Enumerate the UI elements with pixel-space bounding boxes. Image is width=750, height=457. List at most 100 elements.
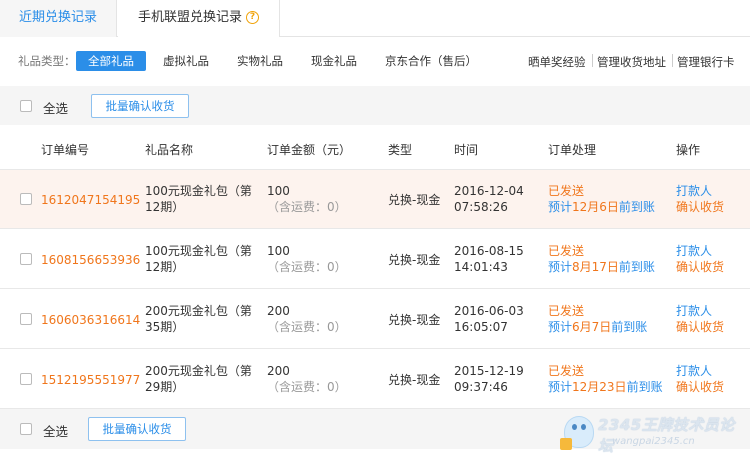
watermark-url: wangpai2345.cn xyxy=(612,436,695,447)
status-text: 已发送 xyxy=(548,364,585,378)
payer-link[interactable]: 打款人 xyxy=(676,364,712,378)
tab-mobile-alliance-label: 手机联盟兑换记录 xyxy=(137,10,242,25)
filter-jd-cooperation[interactable]: 京东合作（售后） xyxy=(385,51,477,71)
order-type: 兑换-现金 xyxy=(388,373,441,387)
order-id-link[interactable]: 1512195551977 xyxy=(41,372,140,388)
order-date: 2016-06-03 xyxy=(454,304,524,318)
filter-cash-gifts[interactable]: 现金礼品 xyxy=(311,51,357,71)
gift-name-line2: 29期） xyxy=(145,380,185,394)
eta-prefix: 预计 xyxy=(548,320,573,334)
col-type: 类型 xyxy=(388,143,413,157)
order-date: 2016-08-15 xyxy=(454,244,524,258)
confirm-receipt-link[interactable]: 确认收货 xyxy=(676,380,724,394)
eta-date: 6月7日 xyxy=(572,320,612,334)
eta-suffix: 前到账 xyxy=(626,380,663,394)
order-id-link[interactable]: 1608156653936 xyxy=(41,252,140,268)
gift-name: 100元现金礼包（第 12期） xyxy=(145,243,252,275)
status-text: 已发送 xyxy=(548,244,585,258)
gift-name-line1: 200元现金礼包（第 xyxy=(145,304,252,318)
shipping-fee: （含运费：0） xyxy=(267,200,347,214)
payer-link[interactable]: 打款人 xyxy=(676,244,712,258)
order-type: 兑换-现金 xyxy=(388,193,441,207)
select-all-checkbox[interactable] xyxy=(20,423,32,435)
row-checkbox[interactable] xyxy=(20,253,32,265)
confirm-receipt-link[interactable]: 确认收货 xyxy=(676,260,724,274)
row-actions: 打款人 确认收货 xyxy=(676,243,724,275)
eta-suffix: 前到账 xyxy=(611,320,648,334)
gift-type-filter: 礼品类型： 全部礼品 虚拟礼品 实物礼品 现金礼品 京东合作（售后） 晒单奖经验… xyxy=(0,48,750,72)
order-id-link[interactable]: 1606036316614 xyxy=(41,312,140,328)
row-checkbox[interactable] xyxy=(20,313,32,325)
order-status: 已发送预计12月23日前到账 xyxy=(548,363,663,395)
mascot-eye xyxy=(572,424,577,430)
payer-link[interactable]: 打款人 xyxy=(676,184,712,198)
eta-suffix: 前到账 xyxy=(618,200,655,214)
amount-value: 200 xyxy=(267,304,290,318)
order-type: 兑换-现金 xyxy=(388,253,441,267)
order-time: 2015-12-19 09:37:46 xyxy=(454,363,524,395)
order-clock: 09:37:46 xyxy=(454,380,508,394)
eta-date: 12月23日 xyxy=(572,380,627,394)
row-checkbox[interactable] xyxy=(20,373,32,385)
table-row: 1512195551977 200元现金礼包（第 29期） 200 （含运费：0） … xyxy=(0,350,750,409)
gift-name-line1: 100元现金礼包（第 xyxy=(145,184,252,198)
filter-virtual-gifts[interactable]: 虚拟礼品 xyxy=(163,51,209,71)
order-amount: 200 （含运费：0） xyxy=(267,363,347,395)
eta-prefix: 预计 xyxy=(548,260,573,274)
tab-mobile-alliance-exchange[interactable]: 手机联盟兑换记录? xyxy=(118,0,280,37)
col-action: 操作 xyxy=(676,143,701,157)
col-processing: 订单处理 xyxy=(548,143,597,157)
filter-all-gifts[interactable]: 全部礼品 xyxy=(76,51,146,71)
shipping-fee: （含运费：0） xyxy=(267,260,347,274)
eta-date: 8月17日 xyxy=(572,260,619,274)
eta-date: 12月6日 xyxy=(572,200,619,214)
batch-confirm-button[interactable]: 批量确认收货 xyxy=(91,94,189,118)
batch-confirm-button[interactable]: 批量确认收货 xyxy=(88,417,186,441)
share-experience-link[interactable]: 晒单奖经验 xyxy=(528,54,586,70)
gift-type-label: 礼品类型： xyxy=(18,54,76,68)
order-status: 已发送 预计6月7日前到账 xyxy=(548,303,647,335)
select-bar-top: 全选 批量确认收货 xyxy=(0,86,750,125)
order-time: 2016-12-04 07:58:26 xyxy=(454,183,524,215)
watermark-title: 2345王牌技术员论坛 xyxy=(598,416,735,455)
gift-name-line1: 100元现金礼包（第 xyxy=(145,244,252,258)
order-clock: 14:01:43 xyxy=(454,260,508,274)
col-order-id: 订单编号 xyxy=(41,143,90,157)
select-all-label: 全选 xyxy=(43,101,69,116)
help-icon[interactable]: ? xyxy=(246,11,259,24)
order-id-link[interactable]: 1612047154195 xyxy=(41,192,140,208)
row-actions: 打款人 确认收货 xyxy=(676,303,724,335)
select-all-checkbox[interactable] xyxy=(20,100,32,112)
tab-recent-exchange[interactable]: 近期兑换记录 xyxy=(0,0,117,37)
order-status: 已发送 预计12月6日前到账 xyxy=(548,183,655,215)
filter-physical-gifts[interactable]: 实物礼品 xyxy=(237,51,283,71)
eta-suffix: 前到账 xyxy=(618,260,655,274)
order-time: 2016-06-03 16:05:07 xyxy=(454,303,524,335)
tab-bar: 近期兑换记录 手机联盟兑换记录? xyxy=(0,0,750,37)
manage-address-link[interactable]: 管理收货地址 xyxy=(597,54,666,70)
order-clock: 07:58:26 xyxy=(454,200,508,214)
divider xyxy=(592,54,593,67)
gift-name: 200元现金礼包（第 29期） xyxy=(145,363,252,395)
table-header: 订单编号 礼品名称 订单金额（元） 类型 时间 订单处理 操作 xyxy=(0,125,750,170)
table-row: 1608156653936 100元现金礼包（第 12期） 100 （含运费：0） … xyxy=(0,230,750,289)
gift-name: 200元现金礼包（第 35期） xyxy=(145,303,252,335)
shipping-fee: （含运费：0） xyxy=(267,320,347,334)
eta-prefix: 预计 xyxy=(548,380,573,394)
amount-value: 100 xyxy=(267,244,290,258)
divider xyxy=(672,54,673,67)
amount-value: 200 xyxy=(267,364,290,378)
table-row: 1606036316614 200元现金礼包（第 35期） 200 （含运费：0） … xyxy=(0,290,750,349)
order-time: 2016-08-15 14:01:43 xyxy=(454,243,524,275)
row-checkbox[interactable] xyxy=(20,193,32,205)
manage-bank-card-link[interactable]: 管理银行卡 xyxy=(677,54,735,70)
payer-link[interactable]: 打款人 xyxy=(676,304,712,318)
order-status: 已发送预计8月17日前到账 xyxy=(548,243,655,275)
order-type: 兑换-现金 xyxy=(388,313,441,327)
gift-icon xyxy=(560,438,572,450)
mascot-eye xyxy=(581,424,586,430)
confirm-receipt-link[interactable]: 确认收货 xyxy=(676,320,724,334)
confirm-receipt-link[interactable]: 确认收货 xyxy=(676,200,724,214)
order-amount: 100 （含运费：0） xyxy=(267,243,347,275)
gift-name-line2: 35期） xyxy=(145,320,185,334)
